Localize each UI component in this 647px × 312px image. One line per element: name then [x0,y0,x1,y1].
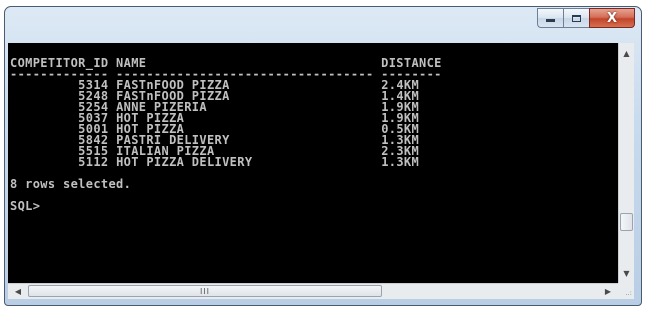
console-text: COMPETITOR_ID NAME DISTANCE -------------… [10,57,442,212]
vertical-scroll-thumb[interactable] [620,213,633,231]
resize-grip-icon: ..: [625,289,632,297]
scroll-up-icon[interactable]: ▲ [619,45,634,61]
name-cell: HOT PIZZA DELIVERY [116,155,382,169]
scroll-left-icon[interactable]: ◀ [10,284,26,299]
table-row: 5112 HOT PIZZA DELIVERY 1.3KM [10,155,442,169]
close-icon: X [606,10,618,26]
grip-icon: III [199,286,211,296]
sql-prompt[interactable]: SQL> [10,200,442,212]
maximize-button[interactable] [563,8,589,28]
result-rows: 5314 FASTnFOOD PIZZA 2.4KM 5248 FASTnFOO… [10,79,442,169]
distance-cell: 1.3KM [381,155,420,169]
maximize-icon [572,14,581,22]
close-button[interactable]: X [589,8,635,28]
console-output[interactable]: COMPETITOR_ID NAME DISTANCE -------------… [8,43,618,283]
scroll-down-icon[interactable]: ▼ [619,265,634,281]
rows-selected-message: 8 rows selected. [10,177,132,191]
size-grip[interactable]: ..: [618,283,634,299]
scroll-right-icon[interactable]: ▶ [600,284,616,299]
minimize-icon [546,19,555,22]
horizontal-scroll-thumb[interactable]: III [28,285,382,297]
horizontal-scrollbar[interactable]: ◀ III ▶ [8,283,618,299]
vertical-scrollbar[interactable]: ▲ ▼ [618,43,634,283]
caption-buttons: X [537,8,635,30]
minimize-button[interactable] [537,8,563,28]
competitor-id-cell: 5112 [10,155,109,169]
